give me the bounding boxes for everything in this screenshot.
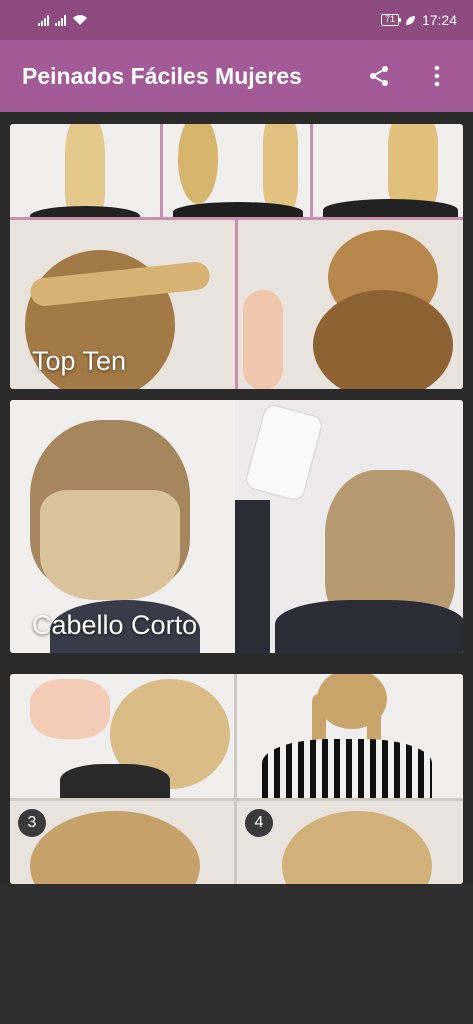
battery-icon: 71 <box>380 14 401 26</box>
app-actions <box>365 62 473 90</box>
step-badge: 3 <box>18 809 46 837</box>
share-button[interactable] <box>365 62 393 90</box>
more-vert-icon <box>434 65 440 87</box>
status-icons-right: 71 17:24 <box>380 12 457 28</box>
overflow-menu-button[interactable] <box>423 62 451 90</box>
step-badge: 4 <box>245 809 273 837</box>
signal-icon-2 <box>55 14 66 26</box>
category-card-trenzas[interactable]: 3 4 <box>10 674 463 884</box>
hair-photo <box>238 220 463 389</box>
hair-photo <box>10 674 234 798</box>
app-title: Peinados Fáciles Mujeres <box>22 62 302 89</box>
bottom-empty-area <box>0 884 473 1024</box>
hair-photo <box>235 400 463 653</box>
category-label: Top Ten <box>32 346 127 376</box>
leaf-icon <box>405 15 415 25</box>
category-card-cabello-corto[interactable]: Cabello Corto <box>10 400 463 653</box>
hair-photo: 3 <box>10 801 234 884</box>
status-icons-left <box>38 14 88 26</box>
category-label: Cabello Corto <box>32 610 198 640</box>
wifi-icon <box>73 15 87 25</box>
hair-photo <box>10 124 160 217</box>
hair-photo <box>313 124 463 217</box>
hair-photo <box>237 674 463 798</box>
category-card-top-ten[interactable]: Top Ten <box>10 124 463 389</box>
share-icon <box>370 66 388 86</box>
hair-photo: 4 <box>237 801 463 884</box>
hair-photo <box>163 124 310 217</box>
signal-icon <box>38 14 49 26</box>
category-list[interactable]: Top Ten Cabello Corto 3 4 <box>0 112 473 884</box>
app-bar: Peinados Fáciles Mujeres <box>0 40 473 112</box>
clock: 17:24 <box>421 12 457 28</box>
status-bar: 71 17:24 <box>0 0 473 40</box>
